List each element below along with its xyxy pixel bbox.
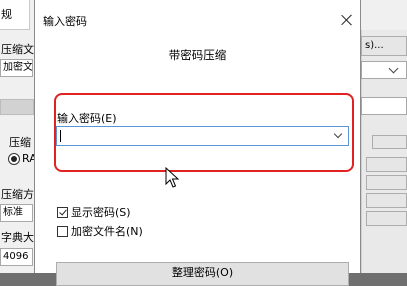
chevron-down-icon	[333, 129, 343, 139]
dialog-titlebar[interactable]: 输入密码	[35, 0, 360, 40]
compression-label: 压缩	[9, 136, 31, 149]
archive-format-value: 加密文	[3, 62, 33, 73]
dictionary-size-value: 4096	[3, 251, 29, 262]
encrypt-filenames-label: 加密文件名(N)	[71, 225, 143, 238]
browse-button[interactable]: s)...	[361, 36, 407, 56]
chevron-down-icon	[388, 63, 399, 74]
browse-button-label: s)...	[365, 40, 384, 51]
password-label: 输入密码(E)	[57, 112, 117, 125]
dictionary-size-label: 字典大	[1, 231, 34, 244]
rar-radio[interactable]: RA	[8, 152, 37, 165]
dialog-subtitle: 带密码压缩	[168, 48, 227, 62]
tab-general[interactable]: 规	[0, 0, 30, 30]
mouse-cursor-icon	[165, 167, 180, 188]
close-icon[interactable]	[335, 8, 359, 32]
checkmark-icon[interactable]	[57, 206, 68, 218]
archive-format-field[interactable]: 加密文	[0, 59, 33, 77]
password-dialog: 输入密码 带密码压缩 输入密码(E) 显示密码(S) 加密文件名(N) 整理密码…	[34, 0, 361, 286]
compression-method-label: 压缩方	[1, 188, 34, 201]
password-history-dropdown[interactable]	[332, 129, 344, 142]
background-option-box-3	[366, 175, 407, 190]
checkbox-empty-icon[interactable]	[57, 225, 68, 237]
password-combobox[interactable]	[56, 126, 349, 146]
dictionary-size-field[interactable]: 4096	[0, 248, 33, 266]
compression-method-value: 标准	[3, 207, 23, 218]
show-password-checkbox[interactable]: 显示密码(S)	[57, 204, 131, 220]
archive-name-label: 压缩文	[1, 43, 34, 56]
profile-dropdown[interactable]	[361, 97, 407, 115]
text-caret	[60, 130, 61, 142]
compression-method-field[interactable]: 标准	[0, 204, 33, 222]
password-input[interactable]	[57, 127, 331, 145]
encrypt-filenames-checkbox[interactable]: 加密文件名(N)	[57, 223, 143, 239]
background-option-box	[372, 135, 407, 149]
dialog-title: 输入密码	[43, 15, 87, 28]
background-divider-bar	[0, 99, 34, 115]
organize-passwords-button[interactable]: 整理密码(O)	[56, 262, 349, 286]
tab-general-label: 规	[1, 8, 12, 21]
show-password-label: 显示密码(S)	[71, 206, 131, 219]
radio-selected-icon	[8, 152, 20, 165]
update-mode-dropdown[interactable]	[361, 61, 407, 79]
background-option-box-2	[366, 157, 407, 172]
background-option-box-4	[366, 193, 407, 208]
background-option-box-5	[366, 211, 407, 226]
